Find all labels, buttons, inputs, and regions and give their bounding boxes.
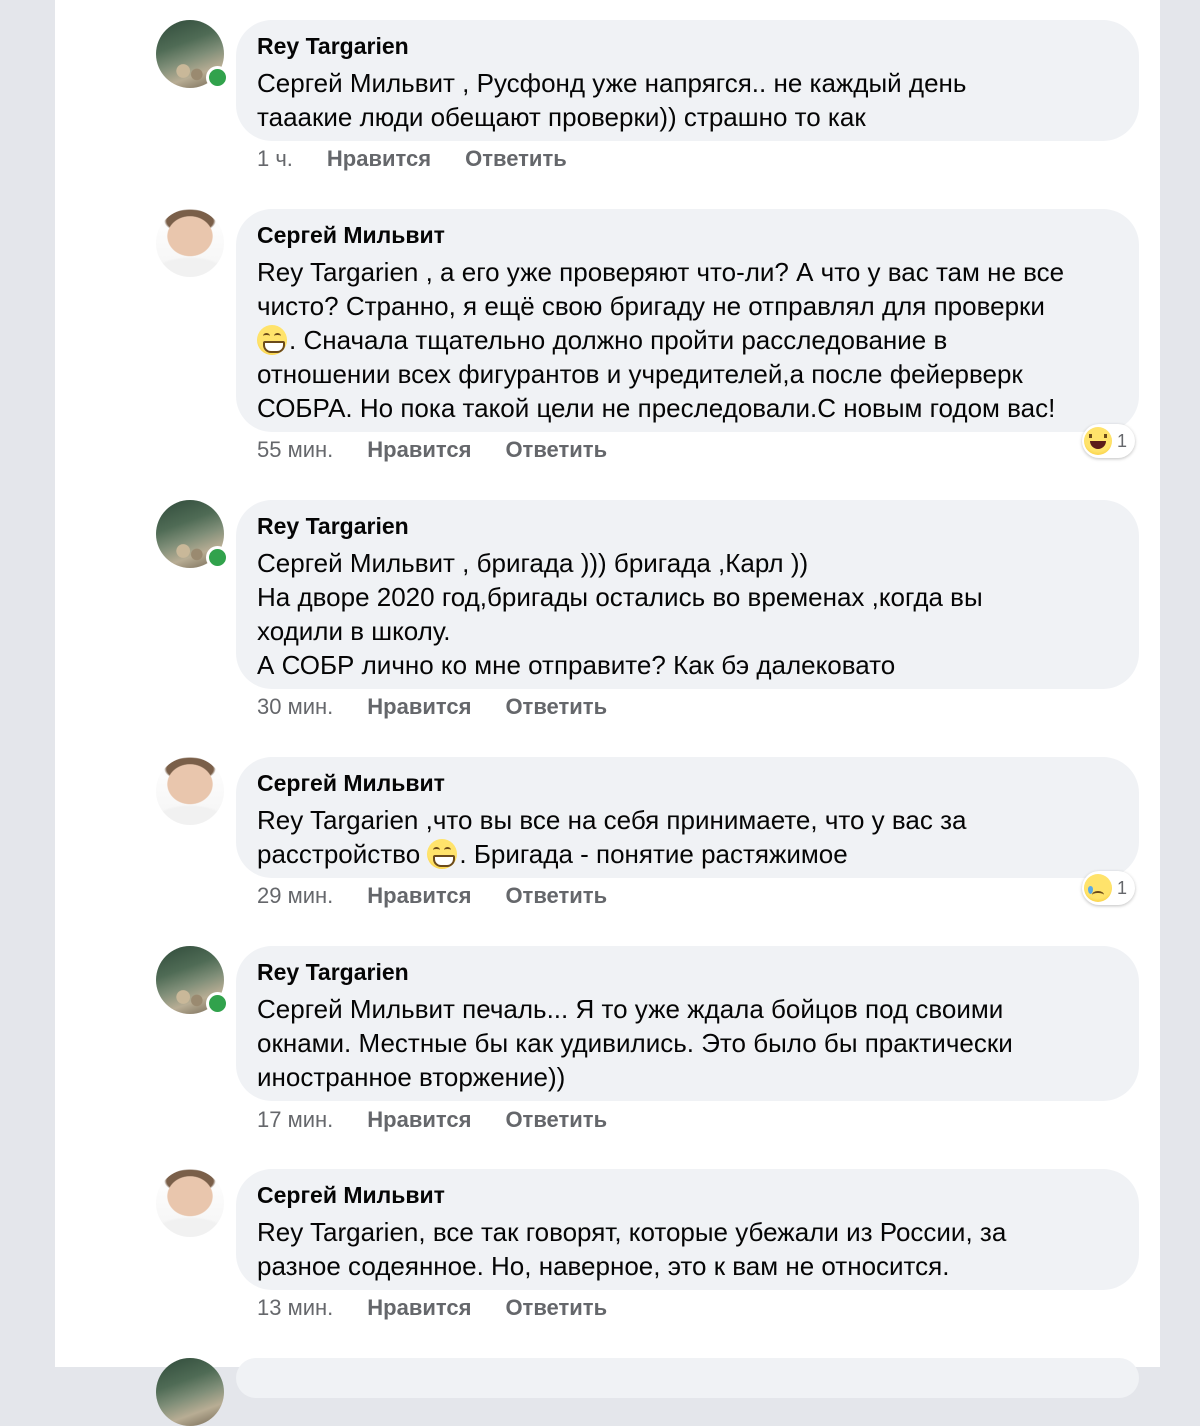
comment-time[interactable]: 55 мин.: [257, 436, 333, 464]
reply-button[interactable]: Ответить: [505, 882, 607, 910]
grin-emoji-icon: [257, 325, 287, 355]
like-button[interactable]: Нравится: [327, 145, 431, 173]
comment-author[interactable]: Rey Targarien: [257, 32, 1117, 60]
comment-text-line: Rey Targarien , а его уже проверяют что-…: [257, 257, 1065, 287]
comment-text-line: СОБРА. Но пока такой цели не преследовал…: [257, 393, 1056, 423]
comment-author[interactable]: Сергей Мильвит: [257, 1181, 1117, 1209]
comment-actions: 29 мин. Нравится Ответить: [257, 882, 641, 910]
comment-bubble: Сергей Мильвит Rey Targarien , а его уже…: [236, 209, 1139, 432]
comment-text-line: Rey Targarien, все так говорят, которые …: [257, 1217, 1007, 1247]
comment-text: Rey Targarien, все так говорят, которые …: [257, 1215, 1117, 1283]
comment-text-line: окнами. Местные бы как удивились. Это бы…: [257, 1028, 1013, 1058]
reply-button[interactable]: Ответить: [505, 1294, 607, 1322]
comment-text: Rey Targarien , а его уже проверяют что-…: [257, 255, 1117, 425]
reply-button[interactable]: Ответить: [465, 145, 567, 173]
comment-text-line: чисто? Странно, я ещё свою бригаду не от…: [257, 291, 1045, 321]
comment-text-line: . Сначала тщательно должно пройти рассле…: [257, 323, 1117, 357]
comment-author[interactable]: Сергей Мильвит: [257, 221, 1117, 249]
comment-time[interactable]: 13 мин.: [257, 1294, 333, 1322]
comment-bubble: Rey Targarien Сергей Мильвит , Русфонд у…: [236, 20, 1139, 141]
reaction-badge[interactable]: 1: [1082, 871, 1136, 905]
comment-actions: 17 мин. Нравится Ответить: [257, 1106, 641, 1134]
comment-text-line: Сергей Мильвит , бригада ))) бригада ,Ка…: [257, 548, 809, 578]
avatar[interactable]: [156, 209, 224, 277]
comment-bubble: [236, 1358, 1139, 1398]
avatar[interactable]: [156, 757, 224, 825]
comment-time[interactable]: 17 мин.: [257, 1106, 333, 1134]
like-button[interactable]: Нравится: [367, 693, 471, 721]
reply-button[interactable]: Ответить: [505, 1106, 607, 1134]
comment-text: Сергей Мильвит , Русфонд уже напрягся.. …: [257, 66, 1117, 134]
comment-text-line: Сергей Мильвит печаль... Я то уже ждала …: [257, 994, 1004, 1024]
comment-text-fragment: . Сначала тщательно должно пройти рассле…: [289, 325, 948, 355]
comment-text-line: разное содеянное. Но, наверное, это к ва…: [257, 1251, 950, 1281]
comment-author[interactable]: Rey Targarien: [257, 512, 1117, 540]
comment-text-line: иностранное вторжение)): [257, 1062, 566, 1092]
online-status-icon: [206, 546, 229, 569]
reaction-count: 1: [1117, 430, 1128, 451]
comment-time[interactable]: 30 мин.: [257, 693, 333, 721]
online-status-icon: [206, 66, 229, 89]
comment-text-line: Rey Targarien ,что вы все на себя приним…: [257, 805, 967, 835]
reaction-count: 1: [1117, 877, 1128, 898]
like-button[interactable]: Нравится: [367, 436, 471, 464]
comment-text-line: тааакие люди обещают проверки)) страшно …: [257, 102, 866, 132]
sad-reaction-icon: [1084, 874, 1112, 902]
comment-bubble: Сергей Мильвит Rey Targarien, все так го…: [236, 1169, 1139, 1290]
comment-actions: 13 мин. Нравится Ответить: [257, 1294, 641, 1322]
comment-actions: 1 ч. Нравится Ответить: [257, 145, 601, 173]
avatar[interactable]: [156, 1358, 224, 1426]
haha-reaction-icon: [1084, 427, 1112, 455]
like-button[interactable]: Нравится: [367, 882, 471, 910]
reply-button[interactable]: Ответить: [505, 436, 607, 464]
like-button[interactable]: Нравится: [367, 1106, 471, 1134]
comment-author[interactable]: Rey Targarien: [257, 958, 1117, 986]
reaction-badge[interactable]: 1: [1082, 424, 1136, 458]
comment-text-line: А СОБР лично ко мне отправите? Как бэ да…: [257, 650, 896, 680]
comment-text-line: На дворе 2020 год,бригады остались во вр…: [257, 582, 983, 612]
comment-actions: 30 мин. Нравится Ответить: [257, 693, 641, 721]
comment-text-line: ходили в школу.: [257, 616, 451, 646]
comment-text: Rey Targarien ,что вы все на себя приним…: [257, 803, 1117, 871]
comment-text: Сергей Мильвит , бригада ))) бригада ,Ка…: [257, 546, 1117, 682]
reply-button[interactable]: Ответить: [505, 693, 607, 721]
comment-author[interactable]: Сергей Мильвит: [257, 769, 1117, 797]
comment-text-fragment: расстройство: [257, 839, 421, 869]
comment-actions: 55 мин. Нравится Ответить: [257, 436, 641, 464]
online-status-icon: [206, 992, 229, 1015]
comment-text-line: Сергей Мильвит , Русфонд уже напрягся.. …: [257, 68, 967, 98]
comment-time[interactable]: 1 ч.: [257, 145, 293, 173]
avatar[interactable]: [156, 1169, 224, 1237]
comment-bubble: Rey Targarien Сергей Мильвит , бригада )…: [236, 500, 1139, 689]
comment-text-line: отношении всех фигурантов и учредителей,…: [257, 359, 1023, 389]
comment-time[interactable]: 29 мин.: [257, 882, 333, 910]
comment-text: Сергей Мильвит печаль... Я то уже ждала …: [257, 992, 1117, 1094]
comment-bubble: Rey Targarien Сергей Мильвит печаль... Я…: [236, 946, 1139, 1101]
grin-emoji-icon: [427, 839, 458, 869]
comment-text-line: расстройство . Бригада - понятие растяжи…: [257, 837, 1117, 871]
comment-text-fragment: . Бригада - понятие растяжимое: [459, 839, 848, 869]
comment-bubble: Сергей Мильвит Rey Targarien ,что вы все…: [236, 757, 1139, 878]
like-button[interactable]: Нравится: [367, 1294, 471, 1322]
